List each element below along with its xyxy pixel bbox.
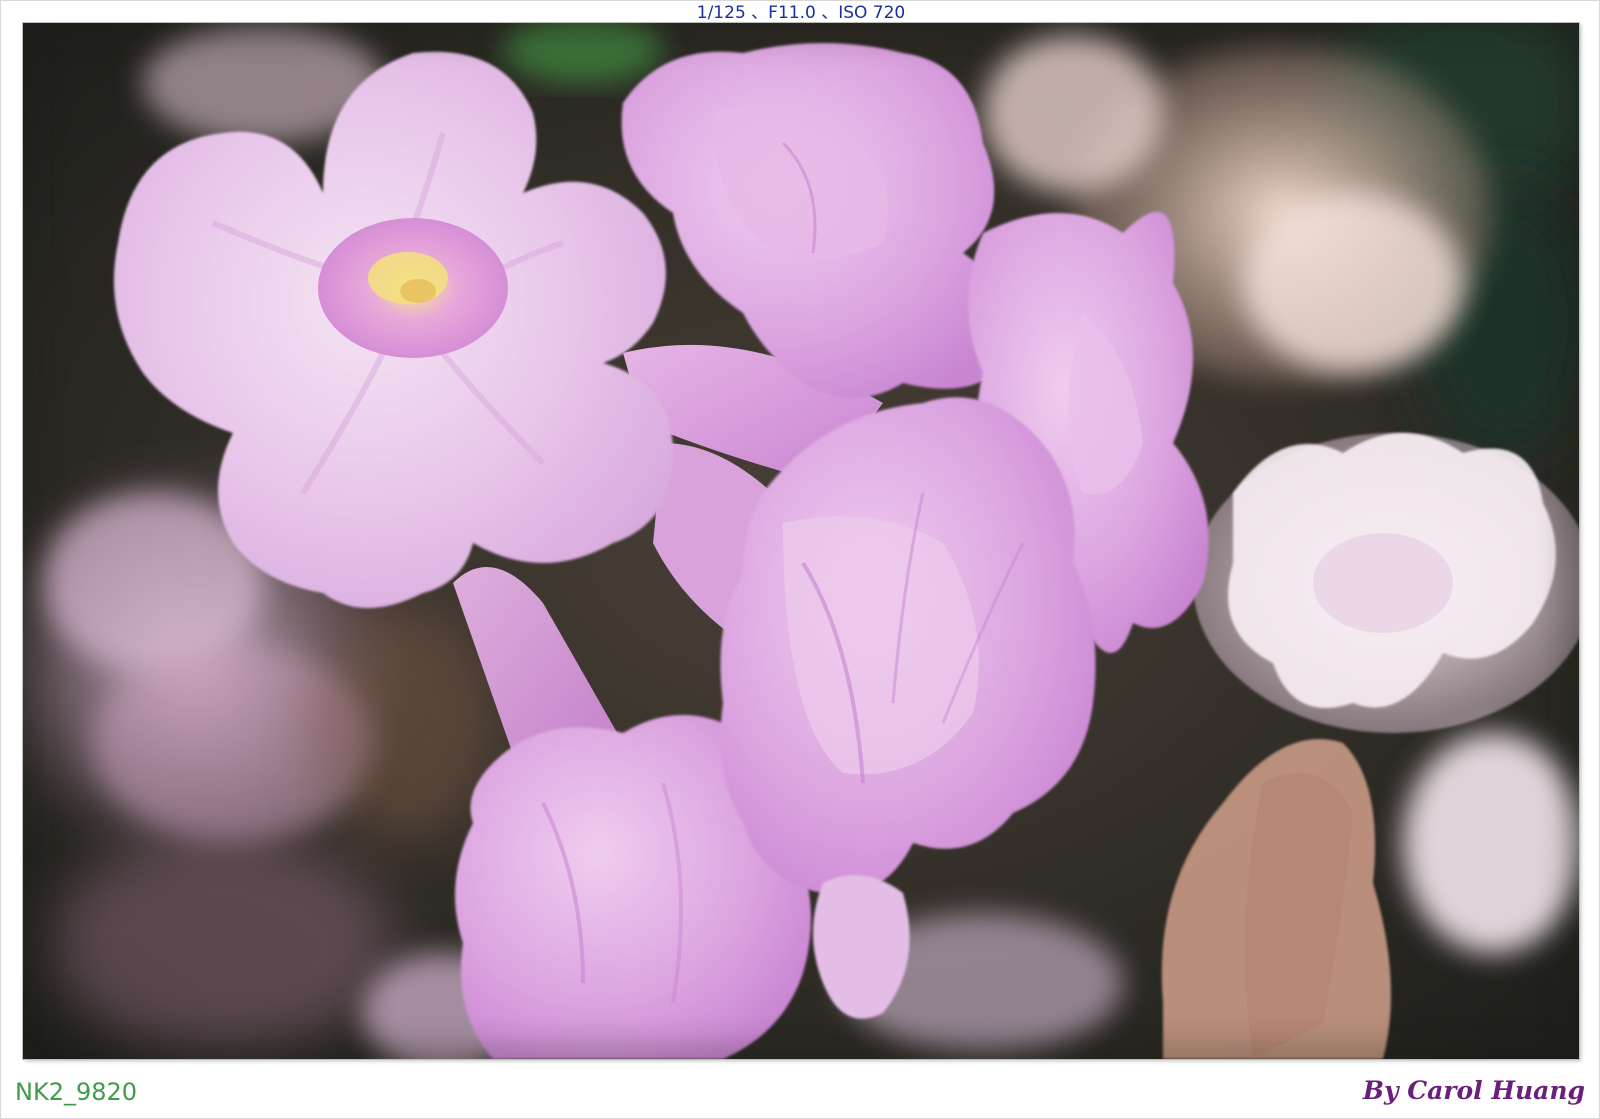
flower-photo	[23, 23, 1579, 1059]
photo-frame: 1/125 、F11.0 、ISO 720 NK2_9820 By Carol …	[0, 0, 1600, 1119]
exif-caption: 1/125 、F11.0 、ISO 720	[696, 3, 906, 23]
file-id-label: NK2_9820	[15, 1078, 138, 1106]
photographer-credit: By Carol Huang	[1362, 1076, 1585, 1105]
flower-illustration	[23, 23, 1579, 1059]
